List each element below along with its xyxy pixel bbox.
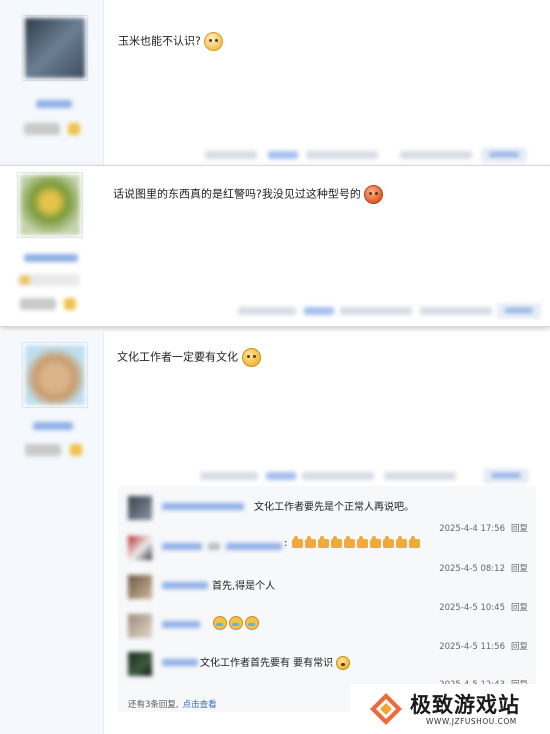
sub-reply-item: 文化工作者要先是个正常人再说吧。 2025-4-4 17:56 回复 <box>128 496 528 534</box>
reply-text: 文化工作者首先要有 要有常识 <box>200 654 351 670</box>
level-badge <box>20 298 56 310</box>
smile-emoji-icon <box>241 348 261 367</box>
author-sidebar <box>0 332 104 734</box>
reply-action[interactable]: 回复 <box>511 642 528 652</box>
reply-username[interactable] <box>162 543 202 550</box>
view-more-link[interactable]: 点击查看 <box>183 700 217 710</box>
member-icon <box>68 123 80 135</box>
post-tail <box>302 472 374 480</box>
reply-action[interactable]: 回复 <box>511 603 528 613</box>
reply-avatar[interactable] <box>128 614 152 638</box>
post-content: 玉米也能不认识? <box>118 32 224 51</box>
watermark-title: 极致游戏站 <box>410 693 520 717</box>
member-icon <box>64 298 76 310</box>
member-icon <box>20 276 30 284</box>
author-sidebar <box>0 166 103 326</box>
sub-reply-item: : 2025-4-5 08:12 回复 <box>128 535 528 574</box>
post-floor-2: 话说图里的东西真的是红警吗?我没见过这种型号的 <box>0 166 550 326</box>
reply-target-username[interactable] <box>208 543 220 550</box>
post-content: 话说图里的东西真的是红警吗?我没见过这种型号的 <box>113 185 384 204</box>
post-floor-1: 玉米也能不认识? <box>0 0 550 166</box>
reply-avatar[interactable] <box>128 536 152 560</box>
site-logo-icon <box>370 693 402 725</box>
post-tail-link[interactable] <box>268 151 298 159</box>
reply-avatar[interactable] <box>128 575 152 599</box>
username[interactable] <box>33 422 73 430</box>
reply-action[interactable]: 回复 <box>511 524 528 534</box>
reply-text <box>212 616 260 630</box>
angry-emoji-icon <box>364 185 384 204</box>
sweat-emoji-icon <box>204 32 224 51</box>
post-time <box>400 151 472 159</box>
username[interactable] <box>36 100 72 108</box>
reply-button[interactable] <box>482 148 526 162</box>
reply-avatar[interactable] <box>128 496 152 520</box>
reply-time: 2025-4-5 10:45 <box>439 603 505 613</box>
reply-time: 2025-4-4 17:56 <box>439 524 505 534</box>
reply-meta: 2025-4-4 17:56 回复 <box>433 522 528 534</box>
member-icon <box>70 444 82 456</box>
reply-time: 2025-4-5 08:12 <box>439 564 505 574</box>
avatar[interactable] <box>22 15 88 81</box>
level-badge <box>25 444 61 456</box>
reply-meta: 2025-4-5 11:56 回复 <box>433 640 528 652</box>
post-tail <box>238 307 296 315</box>
reply-username[interactable] <box>162 582 208 589</box>
watermark-url: WWW.JZFUSHOU.COM <box>426 717 517 726</box>
reply-meta: 2025-4-5 10:45 回复 <box>433 601 528 613</box>
reply-text: 文化工作者要先是个正常人再说吧。 <box>254 502 414 513</box>
post-time <box>420 307 492 315</box>
username[interactable] <box>24 254 78 262</box>
reply-username[interactable] <box>162 621 200 628</box>
author-sidebar <box>0 0 104 165</box>
reply-meta: 2025-4-5 08:12 回复 <box>433 562 528 574</box>
smile-emoji-icon <box>336 656 351 670</box>
reply-target-username[interactable] <box>226 543 282 550</box>
reply-button[interactable] <box>484 469 528 483</box>
sub-reply-item: 2025-4-5 11:56 回复 <box>128 614 528 652</box>
level-badge <box>24 123 60 135</box>
site-watermark: 极致游戏站 WWW.JZFUSHOU.COM <box>350 684 550 734</box>
reply-username[interactable] <box>162 659 198 666</box>
crying-emoji-icon <box>212 616 260 630</box>
post-tail <box>200 472 258 480</box>
avatar[interactable] <box>17 172 83 238</box>
reply-avatar[interactable] <box>128 652 152 676</box>
more-replies: 还有3条回复, 点击查看 <box>128 700 217 710</box>
post-tail-link[interactable] <box>304 307 334 315</box>
reply-time: 2025-4-5 11:56 <box>439 642 505 652</box>
sub-reply-item: 首先,得是个人 2025-4-5 10:45 回复 <box>128 575 528 613</box>
reply-username[interactable] <box>162 503 244 510</box>
sub-reply-panel: 文化工作者要先是个正常人再说吧。 2025-4-4 17:56 回复 : 2025… <box>118 486 536 712</box>
avatar[interactable] <box>22 342 88 408</box>
reply-action[interactable]: 回复 <box>511 564 528 574</box>
post-tail <box>340 307 412 315</box>
reply-text: : <box>284 535 421 549</box>
post-tail-link[interactable] <box>266 472 296 480</box>
thumb-emoji-icon <box>291 535 421 549</box>
post-tail <box>306 151 378 159</box>
post-tail <box>205 151 257 159</box>
post-time <box>384 472 456 480</box>
reply-text: 首先,得是个人 <box>212 581 276 592</box>
reply-button[interactable] <box>498 304 540 318</box>
post-content: 文化工作者一定要有文化 <box>117 348 261 367</box>
